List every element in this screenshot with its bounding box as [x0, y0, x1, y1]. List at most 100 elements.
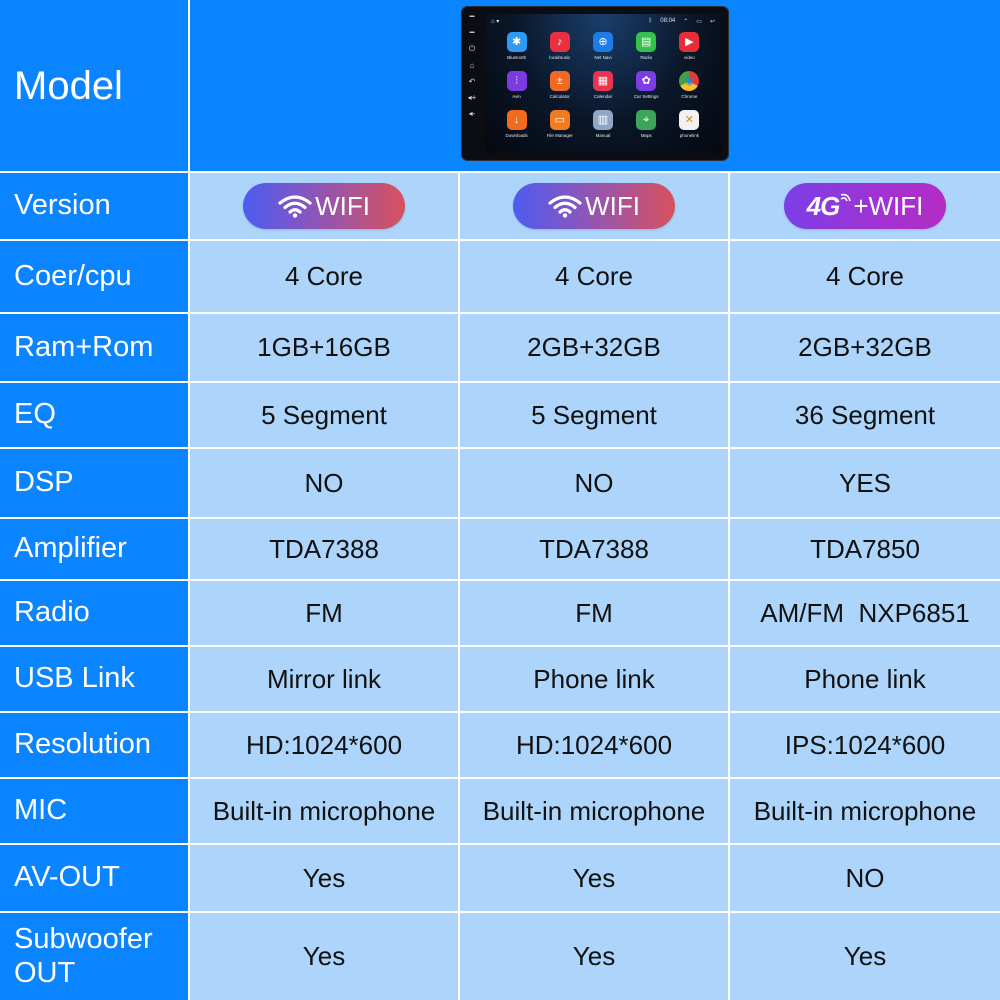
row-label-text: DSP: [14, 466, 74, 499]
cell-value: TDA7388: [539, 533, 649, 564]
mic-indicator: ━: [469, 12, 475, 21]
wifi-version-badge: WIFI: [513, 183, 675, 229]
badge-text: +WIFI: [853, 190, 924, 221]
device-screen: ⌂ ▾ ᛒ 08:04 ⌃ ▭ ↩ ✱ Bluetooth ♪ localmusic ⊕…: [485, 14, 721, 153]
cell-resolution-col3: IPS:1024*600: [730, 713, 1000, 777]
cell-usb-link-col3: Phone link: [730, 647, 1000, 711]
badge-text: WIFI: [315, 190, 370, 221]
cell-coer-cpu-col1: 4 Core: [190, 241, 458, 312]
home-icon: ⌂: [469, 61, 475, 70]
music-note-icon: ♪: [549, 32, 570, 52]
cell-version-col2: WIFI: [460, 173, 728, 239]
app-tile: ▥ Manual: [581, 110, 624, 149]
app-tile: ◉ Chrome: [668, 71, 711, 110]
app-tile: ▭ File Manager: [538, 110, 581, 149]
navigation-icon: ⊕: [592, 32, 613, 52]
row-label-subwoofer-out: Subwoofer OUT: [0, 913, 188, 1000]
cell-resolution-col2: HD:1024*600: [460, 713, 728, 777]
cell-av-out-col1: Yes: [190, 845, 458, 911]
app-tile: ▤ Radio: [625, 32, 668, 71]
radio-icon: ▤: [636, 32, 657, 52]
app-label: Car Settings: [633, 94, 659, 99]
cell-av-out-col3: NO: [730, 845, 1000, 911]
cell-value: YES: [838, 467, 892, 498]
row-label-text: Resolution: [14, 728, 152, 761]
device-side-buttons: ━ ━ ⏻ ⌂ ↶ ◂+ ◂-: [461, 6, 483, 167]
wifi-icon: [548, 195, 582, 218]
row-label-mic: MIC: [0, 779, 188, 843]
row-label-text: AV-OUT: [14, 861, 120, 894]
app-tile: ↓ Downloads: [495, 110, 538, 149]
row-label-amplifier: Amplifier: [0, 519, 188, 579]
row-label-text: Subwoofer OUT: [14, 923, 153, 989]
model-label: Model: [14, 63, 123, 108]
app-label: localmusic: [549, 55, 571, 60]
app-label: Calculator: [549, 94, 570, 99]
row-label-usb-link: USB Link: [0, 647, 188, 711]
cell-value: 4 Core: [284, 261, 364, 291]
row-label-text: EQ: [14, 398, 56, 431]
row-label-coer-cpu: Coer/cpu: [0, 241, 188, 312]
app-label: Downloads: [505, 133, 528, 138]
cell-radio-col2: FM: [460, 581, 728, 645]
app-label: Maps: [640, 133, 652, 138]
cell-value: 2GB+32GB: [798, 332, 932, 362]
calculator-icon: ±: [549, 71, 570, 91]
cell-coer-cpu-col3: 4 Core: [730, 241, 1000, 312]
cell-radio-col3: AM/FM NXP6851: [730, 581, 1000, 645]
app-label: Calendar: [593, 94, 613, 99]
cell-ram-rom-col3: 2GB+32GB: [730, 314, 1000, 381]
cell-value: Mirror link: [266, 663, 382, 694]
cell-value: Yes: [302, 862, 346, 893]
cell-av-out-col2: Yes: [460, 845, 728, 911]
cell-value: 36 Segment: [794, 399, 936, 430]
app-tile: ⫶ Avin: [495, 71, 538, 110]
cell-usb-link-col2: Phone link: [460, 647, 728, 711]
row-label-av-out: AV-OUT: [0, 845, 188, 911]
cell-eq-col3: 36 Segment: [730, 383, 1000, 447]
download-icon: ↓: [506, 110, 527, 130]
cell-value: Yes: [572, 941, 616, 971]
cell-value: Built-in microphone: [753, 795, 977, 826]
badge-text: WIFI: [585, 190, 640, 221]
row-label-eq: EQ: [0, 383, 188, 447]
app-label: Chrome: [681, 94, 698, 99]
cell-resolution-col1: HD:1024*600: [190, 713, 458, 777]
maps-icon: ⌖: [636, 110, 657, 130]
app-grid: ✱ Bluetooth ♪ localmusic ⊕ Net Navi ▤ Radio ▶ vid…: [495, 32, 711, 149]
cell-value: IPS:1024*600: [784, 729, 946, 760]
car-home-icon: ⌂ ▾: [491, 18, 500, 25]
row-label-version: Version: [0, 173, 188, 239]
cell-mic-col2: Built-in microphone: [460, 779, 728, 843]
row-label-radio: Radio: [0, 581, 188, 645]
cell-value: Yes: [843, 941, 887, 971]
model-header-label: Model: [0, 0, 188, 171]
cell-eq-col2: 5 Segment: [460, 383, 728, 447]
calendar-icon: ▦: [592, 71, 613, 91]
row-label-ram-rom: Ram+Rom: [0, 314, 188, 381]
car-stereo-device-image: ━ ━ ⏻ ⌂ ↶ ◂+ ◂- ⌂ ▾ ᛒ 08:04 ⌃ ▭ ↩ ✱ Bluet…: [461, 6, 729, 161]
row-label-text: Amplifier: [14, 532, 127, 565]
cell-value: 5 Segment: [531, 399, 657, 430]
app-tile: ⌖ Maps: [625, 110, 668, 149]
app-label: Net Navi: [594, 55, 612, 60]
row-label-text: Radio: [14, 596, 90, 629]
row-label-resolution: Resolution: [0, 713, 188, 777]
cell-dsp-col3: YES: [730, 449, 1000, 517]
app-label: Manual: [595, 133, 611, 138]
cell-value: 4 Core: [825, 261, 905, 291]
4g-wifi-version-badge: 4G +WIFI: [784, 183, 946, 229]
app-label: Radio: [640, 55, 653, 60]
cell-amplifier-col2: TDA7388: [460, 519, 728, 579]
bluetooth-status-icon: ᛒ: [648, 18, 653, 24]
app-tile: ♪ localmusic: [538, 32, 581, 71]
cell-radio-col1: FM: [190, 581, 458, 645]
cell-version-col3: 4G +WIFI: [730, 173, 1000, 239]
badge-4g-prefix: 4G: [806, 190, 841, 221]
signal-icon: [840, 193, 852, 202]
row-label-text: Coer/cpu: [14, 259, 132, 292]
cell-value: Phone link: [533, 663, 655, 694]
row-label-text: Ram+Rom: [14, 330, 154, 363]
cell-mic-col1: Built-in microphone: [190, 779, 458, 843]
cell-value: NO: [304, 467, 344, 498]
